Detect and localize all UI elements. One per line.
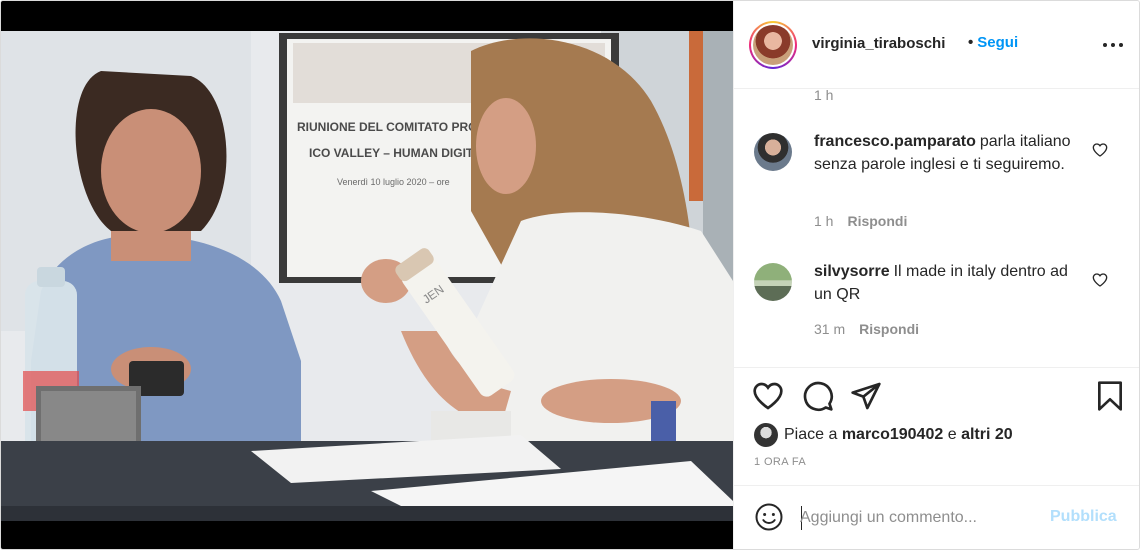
previous-comment-time: 1 h <box>814 89 834 103</box>
author-avatar[interactable] <box>749 21 797 69</box>
publish-button[interactable]: Pubblica <box>1050 508 1117 526</box>
header-bullet: • <box>968 34 974 51</box>
liker-avatar[interactable] <box>754 423 778 447</box>
follow-button[interactable]: • Segui <box>968 34 1018 51</box>
comment-like-heart-icon[interactable] <box>1092 272 1108 288</box>
reply-button[interactable]: Rispondi <box>847 213 907 229</box>
heart-icon[interactable] <box>752 380 784 412</box>
likes-summary: Piace a marco190402 e altri 20 <box>754 423 1013 447</box>
instagram-post: RIUNIONE DEL COMITATO PRO ICO VALLEY – H… <box>0 0 1140 550</box>
comment-icon[interactable] <box>802 380 834 412</box>
reply-button[interactable]: Rispondi <box>859 321 919 337</box>
emoji-icon[interactable] <box>754 502 784 532</box>
share-icon[interactable] <box>850 380 882 412</box>
post-time-ago[interactable]: 1 ORA FA <box>754 456 806 468</box>
comment-text: silvysorre Il made in italy dentro ad un … <box>814 261 1084 306</box>
poster-line-2: ICO VALLEY – HUMAN DIGIT <box>309 146 474 160</box>
likes-others-link[interactable]: altri 20 <box>961 426 1013 444</box>
comment-like-heart-icon[interactable] <box>1092 142 1108 158</box>
likes-mid: e <box>947 426 957 443</box>
comment-composer: Pubblica <box>734 485 1139 549</box>
comment-meta: 31 m Rispondi <box>814 321 919 337</box>
post-actions: Piace a marco190402 e altri 20 1 ORA FA <box>734 367 1139 485</box>
comment-input[interactable] <box>800 504 1030 532</box>
comment-text: francesco.pamparato parla italiano senza … <box>814 131 1084 176</box>
post-photo[interactable]: RIUNIONE DEL COMITATO PRO ICO VALLEY – H… <box>1 1 733 549</box>
author-username[interactable]: virginia_tiraboschi <box>812 35 945 52</box>
poster-line-1: RIUNIONE DEL COMITATO PRO <box>297 120 477 134</box>
bookmark-icon[interactable] <box>1094 380 1126 412</box>
more-options-icon[interactable] <box>1103 43 1123 49</box>
post-side-panel: virginia_tiraboschi • Segui 1 h francesco… <box>733 1 1139 549</box>
meeting-photo: RIUNIONE DEL COMITATO PRO ICO VALLEY – H… <box>1 31 733 521</box>
liker-username[interactable]: marco190402 <box>842 426 943 444</box>
commenter-avatar[interactable] <box>754 263 792 301</box>
comment-username[interactable]: silvysorre <box>814 263 890 280</box>
comment-username[interactable]: francesco.pamparato <box>814 133 976 150</box>
post-header: virginia_tiraboschi • Segui <box>734 1 1139 89</box>
likes-prefix: Piace a <box>784 426 838 443</box>
comment-meta: 1 h Rispondi <box>814 213 907 229</box>
commenter-avatar[interactable] <box>754 133 792 171</box>
follow-label: Segui <box>977 34 1019 51</box>
comment-time: 1 h <box>814 213 834 229</box>
comments-list[interactable]: 1 h francesco.pamparato parla italiano se… <box>734 89 1139 367</box>
comment-time: 31 m <box>814 321 846 337</box>
poster-line-3: Venerdì 10 luglio 2020 – ore <box>337 177 450 187</box>
